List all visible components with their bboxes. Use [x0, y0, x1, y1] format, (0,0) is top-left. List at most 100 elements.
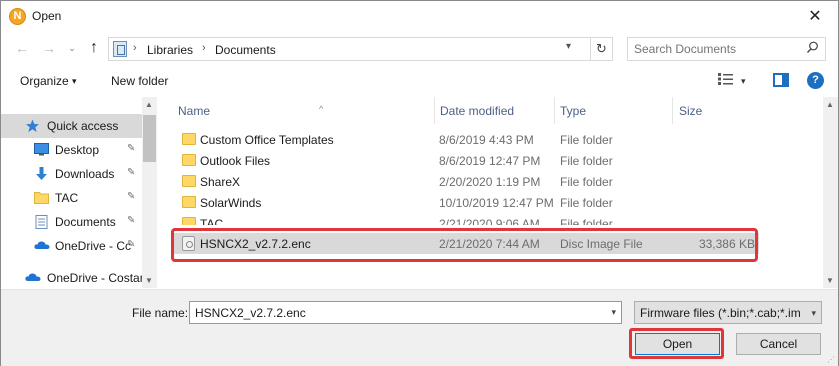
navigation-pane: Quick access Desktop ✎ Downloads ✎ TAC ✎: [1, 97, 157, 289]
scroll-down-arrow-icon[interactable]: ▼: [145, 276, 153, 285]
column-header-size[interactable]: Size: [679, 97, 759, 124]
onedrive-icon: [25, 271, 41, 284]
breadcrumb-documents[interactable]: Documents: [215, 43, 276, 57]
file-row-tac[interactable]: TAC 2/21/2020 9:06 AM File folder: [172, 213, 759, 225]
close-button[interactable]: ✕: [802, 4, 828, 30]
sidebar-item-label: OneDrive - Cc: [55, 239, 132, 253]
sort-ascending-icon: ^: [319, 104, 324, 114]
file-date: 10/10/2019 12:47 PM: [439, 196, 554, 210]
cancel-button[interactable]: Cancel: [736, 333, 821, 355]
organize-button[interactable]: Organize: [20, 74, 69, 88]
column-divider[interactable]: [434, 97, 435, 124]
breadcrumb-separator[interactable]: ›: [133, 42, 137, 54]
column-divider[interactable]: [672, 97, 673, 124]
recent-locations-chevron-icon[interactable]: ⌄: [63, 39, 81, 57]
breadcrumb-libraries[interactable]: Libraries: [147, 43, 193, 57]
chevron-down-icon[interactable]: ▾: [741, 76, 746, 87]
file-type: File folder: [560, 154, 613, 168]
file-list: ^ Name Date modified Type Size Custom Of…: [158, 97, 823, 289]
star-icon: [25, 119, 40, 132]
breadcrumb-separator[interactable]: ›: [202, 42, 206, 54]
sidebar-item-downloads[interactable]: Downloads ✎: [1, 162, 142, 186]
sidebar-item-label: TAC: [55, 191, 79, 205]
column-label: Type: [560, 104, 587, 118]
file-date: 8/6/2019 4:43 PM: [439, 133, 534, 147]
file-type: File folder: [560, 196, 613, 210]
file-name-label: File name:: [132, 306, 189, 320]
file-type: File folder: [560, 133, 613, 147]
change-view-icon[interactable]: [717, 72, 735, 88]
refresh-icon[interactable]: ↻: [591, 37, 613, 61]
open-button[interactable]: Open: [635, 333, 720, 355]
file-row-sharex[interactable]: ShareX 2/20/2020 1:19 PM File folder: [172, 171, 759, 192]
file-row-solarwinds[interactable]: SolarWinds 10/10/2019 12:47 PM File fold…: [172, 192, 759, 213]
back-arrow-icon[interactable]: ←: [13, 39, 31, 57]
search-box[interactable]: [627, 37, 826, 61]
sidebar-item-label: Documents: [55, 215, 116, 229]
folder-icon: [182, 154, 196, 166]
sidebar-item-label: OneDrive - Costar: [47, 271, 144, 285]
file-type-filter-select[interactable]: Firmware files (*.bin;*.cab;*.img ▾: [634, 301, 822, 324]
column-header-type[interactable]: Type: [560, 97, 670, 124]
chevron-down-icon[interactable]: ▾: [611, 307, 616, 318]
sidebar-item-quick-access[interactable]: Quick access: [1, 114, 142, 138]
sidebar-item-label: Downloads: [55, 167, 115, 181]
sidebar-item-desktop[interactable]: Desktop ✎: [1, 138, 142, 162]
sidebar-item-onedrive-cc[interactable]: OneDrive - Cc ✎: [1, 234, 142, 258]
folder-icon: [182, 175, 196, 187]
window-title: Open: [32, 9, 62, 23]
file-name-combobox[interactable]: ▾: [189, 301, 622, 324]
sidebar-scrollbar[interactable]: ▲ ▼: [142, 97, 157, 288]
navigation-bar: ← → ⌄ ↑ › Libraries › Documents ▾ ↻: [1, 34, 838, 64]
scroll-up-arrow-icon[interactable]: ▲: [826, 100, 834, 109]
forward-arrow-icon[interactable]: →: [40, 39, 58, 57]
chevron-down-icon[interactable]: ▾: [811, 308, 816, 319]
file-date: 2/20/2020 1:19 PM: [439, 175, 541, 189]
file-row-hsncx2[interactable]: HSNCX2_v2.7.2.enc 2/21/2020 7:44 AM Disc…: [172, 233, 759, 254]
command-toolbar: Organize ▾ New folder ▾ ?: [1, 67, 838, 95]
preview-pane-icon[interactable]: [773, 73, 789, 87]
column-header-date-modified[interactable]: Date modified: [440, 97, 555, 124]
disc-image-icon: [182, 236, 195, 251]
documents-icon: [34, 215, 49, 229]
onedrive-icon: [34, 239, 50, 252]
resize-grip-icon[interactable]: ⋰: [827, 355, 835, 364]
folder-icon: [182, 217, 196, 225]
file-name: TAC: [200, 217, 224, 225]
column-label: Size: [679, 104, 703, 118]
sidebar-item-documents[interactable]: Documents ✎: [1, 210, 142, 234]
dialog-footer: File name: ▾ Firmware files (*.bin;*.cab…: [1, 289, 838, 366]
search-icon[interactable]: [806, 41, 819, 57]
file-row-outlook-files[interactable]: Outlook Files 8/6/2019 12:47 PM File fol…: [172, 150, 759, 171]
sidebar-item-tac[interactable]: TAC ✎: [1, 186, 142, 210]
pin-icon: ✎: [127, 143, 136, 154]
search-input[interactable]: [634, 42, 794, 56]
sidebar-item-onedrive-costar[interactable]: OneDrive - Costar: [1, 266, 144, 289]
file-list-scrollbar[interactable]: ▲ ▼: [823, 97, 838, 288]
file-size: 33,386 KB: [698, 237, 755, 251]
up-arrow-icon[interactable]: ↑: [85, 39, 103, 57]
file-date: 2/21/2020 7:44 AM: [439, 237, 540, 251]
folder-icon: [34, 191, 49, 204]
new-folder-button[interactable]: New folder: [111, 74, 168, 88]
column-header-name[interactable]: ^ Name: [178, 97, 434, 124]
pin-icon: ✎: [127, 239, 136, 250]
chevron-down-icon[interactable]: ▾: [72, 76, 77, 87]
libraries-icon: [113, 41, 127, 57]
chevron-down-icon[interactable]: ▾: [566, 41, 571, 52]
file-name: Custom Office Templates: [200, 133, 334, 147]
file-row-custom-office-templates[interactable]: Custom Office Templates 8/6/2019 4:43 PM…: [172, 129, 759, 150]
file-name: Outlook Files: [200, 154, 271, 168]
file-type: Disc Image File: [560, 237, 643, 251]
open-dialog: N Open ✕ ← → ⌄ ↑ › Libraries › Documents…: [0, 0, 839, 366]
address-bar[interactable]: › Libraries › Documents ▾: [108, 37, 591, 61]
file-type-filter-value: Firmware files (*.bin;*.cab;*.img: [640, 306, 800, 320]
scroll-up-arrow-icon[interactable]: ▲: [145, 100, 153, 109]
file-type: File folder: [560, 217, 613, 225]
desktop-icon: [34, 143, 49, 156]
column-divider[interactable]: [554, 97, 555, 124]
scrollbar-thumb[interactable]: [143, 115, 156, 162]
file-name-input[interactable]: [195, 306, 595, 320]
scroll-down-arrow-icon[interactable]: ▼: [826, 276, 834, 285]
help-icon[interactable]: ?: [807, 72, 824, 89]
